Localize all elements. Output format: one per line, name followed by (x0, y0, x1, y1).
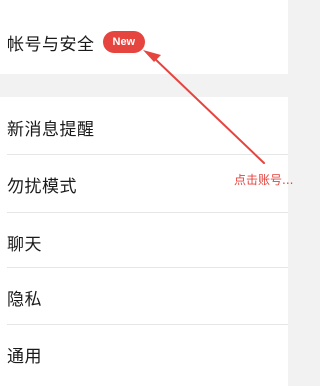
annotation-arrow (143, 50, 265, 164)
settings-screen: 帐号与安全 New 新消息提醒 勿扰模式 聊天 隐私 通用 点击账号... (0, 0, 293, 386)
annotation-text: 点击账号... (234, 173, 294, 187)
